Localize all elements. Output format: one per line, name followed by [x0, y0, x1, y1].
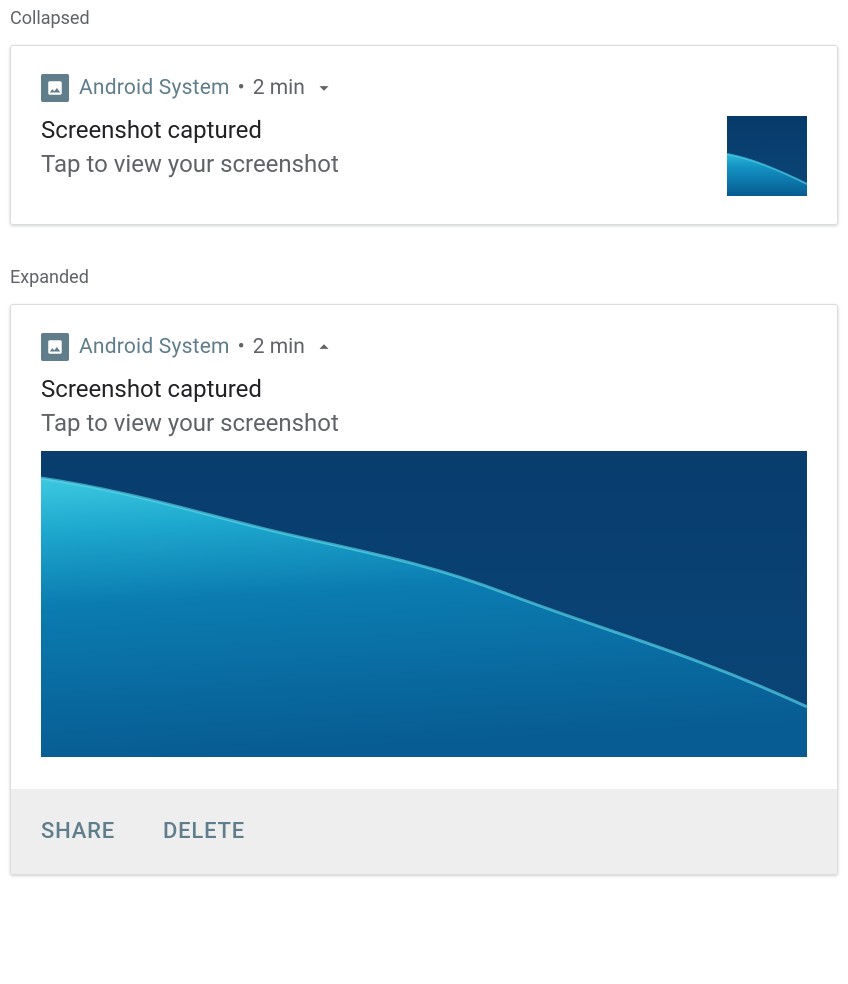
notification-body: Screenshot captured Tap to view your scr… [11, 375, 837, 757]
notification-card-collapsed[interactable]: Android System • 2 min Screenshot captur… [10, 45, 838, 225]
separator: • [238, 76, 245, 100]
chevron-up-icon[interactable] [313, 336, 335, 358]
separator: • [238, 335, 245, 359]
delete-button[interactable]: Delete [163, 819, 245, 844]
action-bar: Share Delete [11, 789, 837, 874]
timestamp: 2 min [253, 335, 305, 359]
app-name: Android System [79, 76, 230, 100]
notification-body: Screenshot captured Tap to view your scr… [11, 116, 837, 224]
screenshot-thumbnail [727, 116, 807, 196]
chevron-down-icon[interactable] [313, 77, 335, 99]
notification-text: Screenshot captured Tap to view your scr… [41, 116, 707, 178]
notification-title: Screenshot captured [41, 116, 707, 144]
timestamp: 2 min [253, 76, 305, 100]
expanded-section-label: Expanded [10, 267, 838, 288]
image-icon [41, 333, 69, 361]
app-name: Android System [79, 335, 230, 359]
collapsed-section-label: Collapsed [10, 8, 838, 29]
notification-card-expanded[interactable]: Android System • 2 min Screenshot captur… [10, 304, 838, 875]
notification-subtitle: Tap to view your screenshot [41, 409, 807, 437]
notification-text: Screenshot captured Tap to view your scr… [41, 375, 807, 437]
notification-header: Android System • 2 min [11, 305, 837, 375]
notification-subtitle: Tap to view your screenshot [41, 150, 707, 178]
share-button[interactable]: Share [41, 819, 115, 844]
notification-title: Screenshot captured [41, 375, 807, 403]
notification-header: Android System • 2 min [11, 46, 837, 116]
image-icon [41, 74, 69, 102]
screenshot-large-image [41, 451, 807, 757]
